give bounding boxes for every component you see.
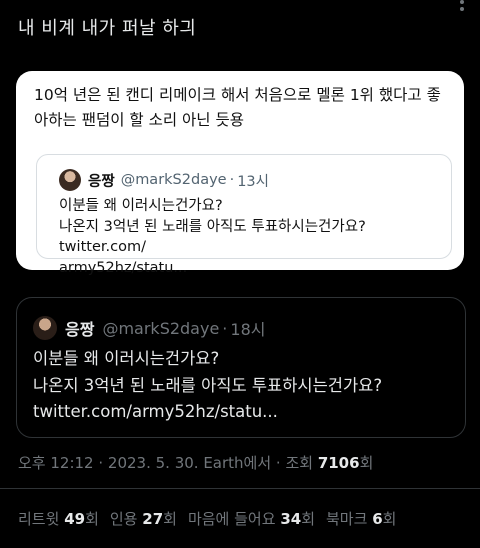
separator: ·: [229, 172, 235, 188]
more-icon-dot: [460, 0, 464, 4]
quoted-tweet-line: 나온지 3억년 된 노래를 아직도 투표하시는건가요?: [33, 375, 383, 395]
quoted-tweet-body: 이분들 왜 이러시는건가요? 나온지 3억년 된 노래를 아직도 투표하시는건가…: [33, 346, 451, 426]
retweets-stat[interactable]: 리트윗 49회: [18, 508, 99, 529]
more-icon[interactable]: [460, 0, 466, 11]
more-icon-dot: [460, 7, 464, 11]
quoted-tweet-card[interactable]: 10억 년은 된 캔디 리메이크 해서 처음으로 멜론 1위 했다고 좋아하는 …: [16, 71, 464, 276]
author-name[interactable]: 응짱: [88, 170, 115, 191]
author-name[interactable]: 응짱: [65, 316, 94, 340]
likes-unit: 회: [301, 510, 315, 528]
quoted-tweet-text: 10억 년은 된 캔디 리메이크 해서 처음으로 멜론 1위 했다고 좋아하는 …: [34, 86, 441, 129]
nested-tweet-header: 응짱 @markS2daye · 13시: [59, 169, 269, 191]
likes-stat[interactable]: 마음에 들어요 34회: [188, 508, 315, 529]
separator: ·: [222, 318, 228, 338]
divider: [0, 488, 480, 489]
avatar[interactable]: [33, 316, 57, 340]
nested-tweet-line: 이분들 왜 이러시는건가요?: [59, 198, 223, 214]
avatar[interactable]: [59, 169, 81, 191]
bookmarks-unit: 회: [382, 510, 397, 528]
nested-quoted-tweet[interactable]: 응짱 @markS2daye · 13시 이분들 왜 이러시는건가요? 나온지 …: [36, 154, 452, 276]
timestamp-source[interactable]: 오후 12:12 · 2023. 5. 30. Earth에서 · 조회: [18, 454, 318, 472]
quotes-stat[interactable]: 인용 27회: [110, 508, 177, 529]
likes-count: 34: [280, 510, 302, 528]
tweet-text: 내 비계 내가 퍼날 하긔: [18, 18, 197, 39]
quoted-tweet-header: 응짱 @markS2daye · 18시: [33, 316, 265, 340]
retweets-unit: 회: [85, 510, 99, 528]
nested-tweet-line: 나온지 3억년 된 노래를 아직도 투표하시는건가요? twitter.com/: [59, 218, 366, 256]
timestamp[interactable]: 13시: [237, 170, 269, 191]
quotes-count: 27: [142, 510, 164, 528]
nested-tweet-body: 이분들 왜 이러시는건가요? 나온지 3억년 된 노래를 아직도 투표하시는건가…: [59, 196, 439, 278]
retweets-label: 리트윗: [18, 510, 60, 528]
quoted-tweet-dark[interactable]: 응짱 @markS2daye · 18시 이분들 왜 이러시는건가요? 나온지 …: [16, 297, 466, 438]
author-handle[interactable]: @markS2daye: [121, 172, 227, 188]
engagement-stats: 리트윗 49회 인용 27회 마음에 들어요 34회 북마크 6회: [18, 508, 396, 529]
bookmarks-stat[interactable]: 북마크 6회: [326, 508, 396, 529]
bookmarks-count: 6: [372, 510, 383, 528]
tweet-metadata: 오후 12:12 · 2023. 5. 30. Earth에서 · 조회 710…: [18, 452, 373, 473]
author-handle[interactable]: @markS2daye: [102, 319, 219, 338]
quotes-label: 인용: [109, 510, 138, 528]
quotes-unit: 회: [163, 510, 177, 528]
quoted-tweet-link[interactable]: twitter.com/army52hz/statu...: [33, 399, 451, 426]
quoted-tweet-line: 이분들 왜 이러시는건가요?: [33, 349, 220, 368]
bookmarks-label: 북마크: [326, 510, 368, 528]
retweets-count: 49: [64, 510, 86, 528]
view-unit: 회: [359, 454, 374, 472]
nested-tweet-link[interactable]: army52hz/statu...: [59, 258, 439, 279]
likes-label: 마음에 들어요: [187, 510, 276, 528]
view-count[interactable]: 7106: [318, 454, 360, 472]
timestamp[interactable]: 18시: [230, 316, 265, 340]
